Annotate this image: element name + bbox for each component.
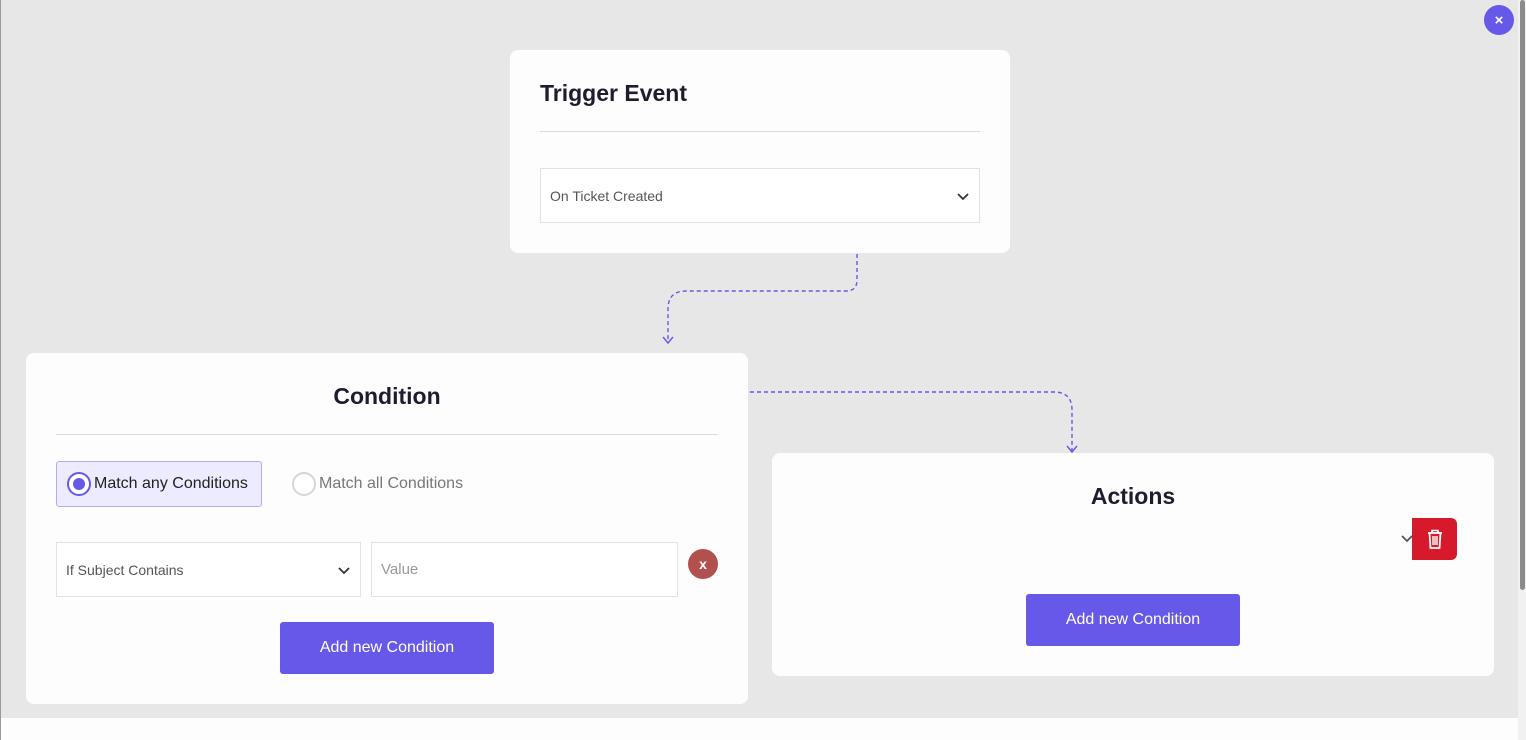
actions-title: Actions <box>1090 483 1176 509</box>
condition-title: Condition <box>333 383 441 409</box>
match-all-label: Match all Conditions <box>319 475 464 492</box>
add-new-condition-button[interactable]: Add new Condition <box>280 622 494 674</box>
match-any-conditions-option[interactable]: Match any Conditions <box>56 461 262 507</box>
actions-add-new-condition-button[interactable]: Add new Condition <box>1026 594 1240 646</box>
trigger-event-select[interactable]: On Ticket Created <box>540 168 980 223</box>
trigger-event-title: Trigger Event <box>540 80 687 106</box>
trigger-to-condition-connector <box>667 254 858 342</box>
trigger-event-card: Trigger Event On Ticket Created <box>510 50 1010 253</box>
remove-icon: x <box>699 556 707 572</box>
condition-divider <box>56 434 718 435</box>
match-all-conditions-option[interactable]: Match all Conditions <box>292 461 463 507</box>
trigger-divider <box>540 131 980 132</box>
delete-action-button[interactable] <box>1412 518 1457 560</box>
close-icon: × <box>1494 11 1504 29</box>
close-modal-button[interactable]: × <box>1484 5 1514 35</box>
actions-card: Actions Add new Condition <box>772 453 1494 676</box>
condition-field-value: If Subject Contains <box>66 561 184 578</box>
remove-condition-button[interactable]: x <box>688 549 718 579</box>
trigger-event-select-value: On Ticket Created <box>550 187 663 204</box>
condition-field-select[interactable]: If Subject Contains <box>56 542 361 597</box>
condition-to-actions-connector <box>750 391 1073 451</box>
radio-checked-icon <box>67 472 91 496</box>
condition-value-input[interactable] <box>371 542 678 597</box>
chevron-down-icon <box>338 566 350 574</box>
radio-unchecked-icon <box>292 472 316 496</box>
chevron-down-icon <box>957 192 969 200</box>
match-any-label: Match any Conditions <box>94 475 248 492</box>
trash-icon <box>1427 529 1442 549</box>
condition-card: Condition Match any Conditions Match all… <box>26 353 748 704</box>
